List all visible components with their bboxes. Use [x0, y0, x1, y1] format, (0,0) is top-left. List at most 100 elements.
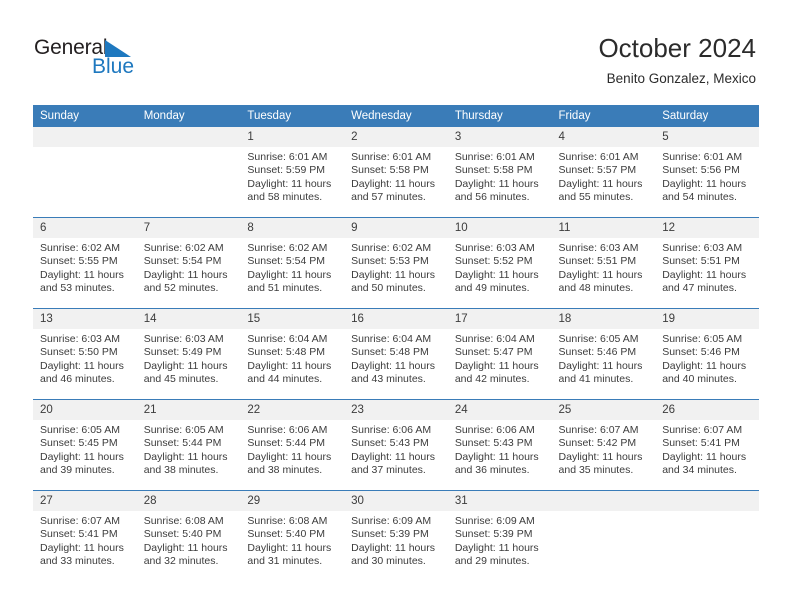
day-number: 28: [136, 491, 241, 511]
sunrise-text: Sunrise: 6:04 AM: [454, 333, 535, 345]
calendar-day-cell[interactable]: 8 Sunrise: 6:02 AM Sunset: 5:54 PM Daylight…: [240, 217, 345, 309]
day-details: Sunrise: 6:03 AM Sunset: 5:51 PM Daylight:…: [655, 238, 759, 296]
calendar-day-cell[interactable]: 21 Sunrise: 6:05 AM Sunset: 5:44 PM Dayligh…: [136, 399, 241, 491]
cell-inner: [136, 127, 241, 217]
calendar-day-cell[interactable]: 14 Sunrise: 6:03 AM Sunset: 5:49 PM Dayligh…: [136, 308, 241, 400]
calendar-day-cell[interactable]: 16 Sunrise: 6:04 AM Sunset: 5:48 PM Dayligh…: [344, 308, 448, 400]
sunset-text: Sunset: 5:48 PM: [247, 346, 326, 359]
sunrise-text: Sunrise: 6:01 AM: [662, 151, 743, 163]
sunrise-text: Sunrise: 6:02 AM: [247, 242, 328, 254]
daylight-text-line1: Daylight: 11 hours: [351, 541, 435, 554]
cell-inner: 6 Sunrise: 6:02 AM Sunset: 5:55 PM Daylight…: [33, 218, 137, 308]
sunrise-text: Sunrise: 6:01 AM: [247, 151, 328, 163]
daylight-text-line2: and 32 minutes.: [143, 555, 219, 568]
sunrise-text: Sunrise: 6:06 AM: [351, 424, 432, 436]
calendar-day-cell[interactable]: 23 Sunrise: 6:06 AM Sunset: 5:43 PM Dayligh…: [344, 399, 448, 491]
calendar-day-cell[interactable]: 30 Sunrise: 6:09 AM Sunset: 5:39 PM Dayligh…: [344, 490, 448, 581]
general-blue-logo: General Blue: [34, 36, 164, 84]
calendar-day-cell[interactable]: 12 Sunrise: 6:03 AM Sunset: 5:51 PM Dayligh…: [655, 217, 759, 309]
calendar-day-cell[interactable]: 4 Sunrise: 6:01 AM Sunset: 5:57 PM Daylight…: [551, 127, 656, 218]
cell-inner: 28 Sunrise: 6:08 AM Sunset: 5:40 PM Dayligh…: [136, 491, 241, 581]
daylight-text-line2: and 42 minutes.: [454, 373, 530, 386]
calendar-day-cell[interactable]: 9 Sunrise: 6:02 AM Sunset: 5:53 PM Daylight…: [344, 217, 448, 309]
day-details: Sunrise: 6:07 AM Sunset: 5:42 PM Daylight:…: [552, 420, 656, 478]
calendar-day-cell[interactable]: 26 Sunrise: 6:07 AM Sunset: 5:41 PM Dayligh…: [655, 399, 759, 491]
calendar-day-cell[interactable]: 2 Sunrise: 6:01 AM Sunset: 5:58 PM Daylight…: [344, 127, 448, 218]
page-subtitle: Benito Gonzalez, Mexico: [606, 71, 756, 86]
daylight-text-line1: Daylight: 11 hours: [662, 450, 747, 463]
calendar-day-cell[interactable]: 29 Sunrise: 6:08 AM Sunset: 5:40 PM Dayligh…: [240, 490, 345, 581]
sunset-text: Sunset: 5:58 PM: [454, 164, 533, 177]
calendar-week-row: 27 Sunrise: 6:07 AM Sunset: 5:41 PM Dayligh…: [33, 490, 759, 581]
day-details: Sunrise: 6:04 AM Sunset: 5:47 PM Daylight:…: [448, 329, 552, 387]
sunset-text: Sunset: 5:46 PM: [662, 346, 740, 359]
day-details: Sunrise: 6:04 AM Sunset: 5:48 PM Daylight:…: [240, 329, 344, 387]
day-details: Sunrise: 6:05 AM Sunset: 5:46 PM Daylight:…: [552, 329, 656, 387]
cell-inner: 21 Sunrise: 6:05 AM Sunset: 5:44 PM Dayligh…: [136, 400, 241, 490]
calendar-day-cell[interactable]: 19 Sunrise: 6:05 AM Sunset: 5:46 PM Dayligh…: [655, 308, 759, 400]
cell-inner: 19 Sunrise: 6:05 AM Sunset: 5:46 PM Dayligh…: [655, 309, 759, 399]
day-number: 18: [551, 309, 656, 329]
day-number: 22: [240, 400, 345, 420]
day-number: 25: [551, 400, 656, 420]
calendar-day-cell[interactable]: 17 Sunrise: 6:04 AM Sunset: 5:47 PM Dayligh…: [447, 308, 552, 400]
cell-inner: 17 Sunrise: 6:04 AM Sunset: 5:47 PM Dayligh…: [447, 309, 552, 399]
day-details: Sunrise: 6:01 AM Sunset: 5:58 PM Daylight:…: [448, 147, 552, 205]
daylight-text-line1: Daylight: 11 hours: [40, 268, 124, 281]
calendar-day-cell[interactable]: 27 Sunrise: 6:07 AM Sunset: 5:41 PM Dayligh…: [33, 490, 137, 581]
sunset-text: Sunset: 5:51 PM: [558, 255, 637, 268]
sunrise-text: Sunrise: 6:02 AM: [143, 242, 224, 254]
calendar-body: 1 Sunrise: 6:01 AM Sunset: 5:59 PM Daylight…: [33, 127, 759, 581]
daylight-text-line2: and 49 minutes.: [454, 282, 530, 295]
daylight-text-line1: Daylight: 11 hours: [558, 450, 643, 463]
sunset-text: Sunset: 5:45 PM: [40, 437, 118, 450]
day-details: Sunrise: 6:03 AM Sunset: 5:49 PM Daylight:…: [137, 329, 241, 387]
calendar-day-cell[interactable]: 5 Sunrise: 6:01 AM Sunset: 5:56 PM Daylight…: [655, 127, 759, 218]
cell-inner: 27 Sunrise: 6:07 AM Sunset: 5:41 PM Dayligh…: [33, 491, 137, 581]
calendar-day-cell[interactable]: 18 Sunrise: 6:05 AM Sunset: 5:46 PM Dayligh…: [551, 308, 656, 400]
sunset-text: Sunset: 5:44 PM: [247, 437, 326, 450]
day-details: Sunrise: 6:07 AM Sunset: 5:41 PM Daylight:…: [33, 511, 137, 569]
sunset-text: Sunset: 5:55 PM: [40, 255, 118, 268]
daylight-text-line1: Daylight: 11 hours: [40, 450, 124, 463]
day-details: Sunrise: 6:04 AM Sunset: 5:48 PM Daylight:…: [344, 329, 448, 387]
calendar-week-row: 20 Sunrise: 6:05 AM Sunset: 5:45 PM Dayligh…: [33, 399, 759, 491]
calendar-day-cell[interactable]: 1 Sunrise: 6:01 AM Sunset: 5:59 PM Daylight…: [240, 127, 345, 218]
page-title: October 2024: [598, 33, 756, 63]
day-number: 29: [240, 491, 345, 511]
calendar-day-cell[interactable]: 22 Sunrise: 6:06 AM Sunset: 5:44 PM Dayligh…: [240, 399, 345, 491]
daylight-text-line2: and 52 minutes.: [143, 282, 219, 295]
day-number: 20: [33, 400, 137, 420]
calendar-day-cell[interactable]: 28 Sunrise: 6:08 AM Sunset: 5:40 PM Dayligh…: [136, 490, 241, 581]
sunrise-text: Sunrise: 6:09 AM: [454, 515, 535, 527]
cell-inner: 11 Sunrise: 6:03 AM Sunset: 5:51 PM Dayligh…: [551, 218, 656, 308]
weekday-header-saturday: Saturday: [655, 105, 759, 127]
day-number: 27: [33, 491, 137, 511]
calendar-day-cell[interactable]: 6 Sunrise: 6:02 AM Sunset: 5:55 PM Daylight…: [33, 217, 137, 309]
day-details: Sunrise: 6:03 AM Sunset: 5:51 PM Daylight:…: [552, 238, 656, 296]
calendar-day-cell[interactable]: 31 Sunrise: 6:09 AM Sunset: 5:39 PM Dayligh…: [447, 490, 552, 581]
sunrise-text: Sunrise: 6:02 AM: [351, 242, 432, 254]
daylight-text-line1: Daylight: 11 hours: [40, 541, 124, 554]
day-number: 31: [447, 491, 552, 511]
sunrise-text: Sunrise: 6:03 AM: [143, 333, 224, 345]
calendar-day-cell[interactable]: 3 Sunrise: 6:01 AM Sunset: 5:58 PM Daylight…: [447, 127, 552, 218]
sunrise-text: Sunrise: 6:09 AM: [351, 515, 432, 527]
daylight-text-line2: and 54 minutes.: [662, 191, 737, 204]
calendar-day-cell[interactable]: 7 Sunrise: 6:02 AM Sunset: 5:54 PM Daylight…: [136, 217, 241, 309]
calendar-day-cell[interactable]: 24 Sunrise: 6:06 AM Sunset: 5:43 PM Dayligh…: [447, 399, 552, 491]
day-number: 3: [447, 127, 552, 147]
calendar-day-cell[interactable]: 11 Sunrise: 6:03 AM Sunset: 5:51 PM Dayligh…: [551, 217, 656, 309]
calendar-day-cell[interactable]: 15 Sunrise: 6:04 AM Sunset: 5:48 PM Dayligh…: [240, 308, 345, 400]
sunrise-text: Sunrise: 6:05 AM: [40, 424, 120, 436]
day-number: 8: [240, 218, 345, 238]
calendar-day-cell[interactable]: 13 Sunrise: 6:03 AM Sunset: 5:50 PM Dayligh…: [33, 308, 137, 400]
calendar-week-row: 1 Sunrise: 6:01 AM Sunset: 5:59 PM Daylight…: [33, 127, 759, 218]
calendar-day-cell[interactable]: 10 Sunrise: 6:03 AM Sunset: 5:52 PM Dayligh…: [447, 217, 552, 309]
calendar-day-cell[interactable]: 25 Sunrise: 6:07 AM Sunset: 5:42 PM Dayligh…: [551, 399, 656, 491]
calendar-day-cell[interactable]: 20 Sunrise: 6:05 AM Sunset: 5:45 PM Dayligh…: [33, 399, 137, 491]
daylight-text-line1: Daylight: 11 hours: [351, 359, 435, 372]
daylight-text-line1: Daylight: 11 hours: [558, 359, 643, 372]
sunrise-text: Sunrise: 6:05 AM: [662, 333, 743, 345]
daylight-text-line2: and 33 minutes.: [40, 555, 115, 568]
